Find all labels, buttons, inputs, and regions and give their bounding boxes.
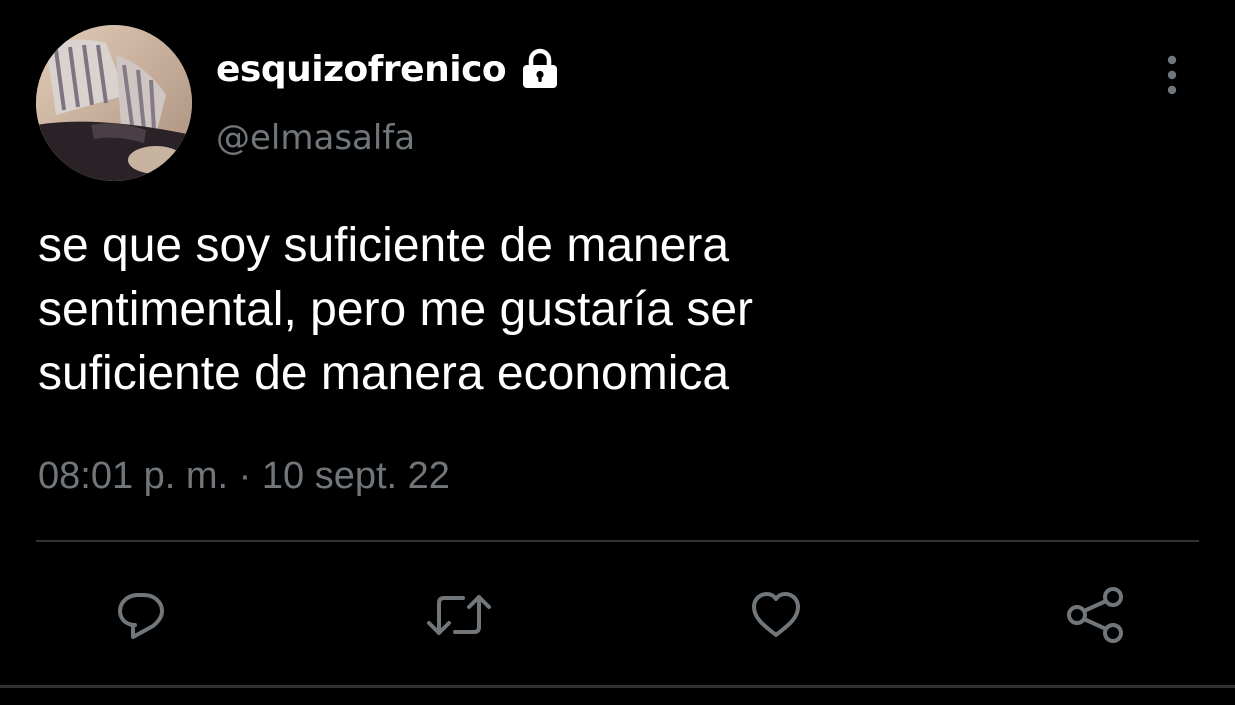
more-vertical-icon <box>1167 55 1177 95</box>
retweet-button[interactable] <box>423 580 495 650</box>
tweet-timestamp[interactable]: 08:01 p. m. · 10 sept. 22 <box>38 455 450 498</box>
like-button[interactable] <box>740 580 812 650</box>
reply-button[interactable] <box>105 580 177 650</box>
avatar[interactable] <box>36 25 192 181</box>
bottom-divider <box>0 685 1235 688</box>
display-name[interactable]: esquizofrenico <box>216 49 507 90</box>
tweet-text: se que soy suficiente de manera sentimen… <box>38 219 754 400</box>
divider <box>36 540 1199 542</box>
share-icon <box>1067 587 1123 643</box>
tweet: esquizofrenico @elmasalfa se que soy suf… <box>0 0 1235 705</box>
display-name-row: esquizofrenico <box>216 44 562 94</box>
share-button[interactable] <box>1059 580 1131 650</box>
like-icon <box>752 592 800 637</box>
reply-icon <box>118 593 164 639</box>
tweet-actions <box>0 580 1235 650</box>
lock-icon <box>518 47 562 91</box>
retweet-icon <box>427 595 491 635</box>
more-options-button[interactable] <box>1150 50 1194 100</box>
user-handle[interactable]: @elmasalfa <box>216 118 415 158</box>
avatar-photo <box>36 25 192 181</box>
